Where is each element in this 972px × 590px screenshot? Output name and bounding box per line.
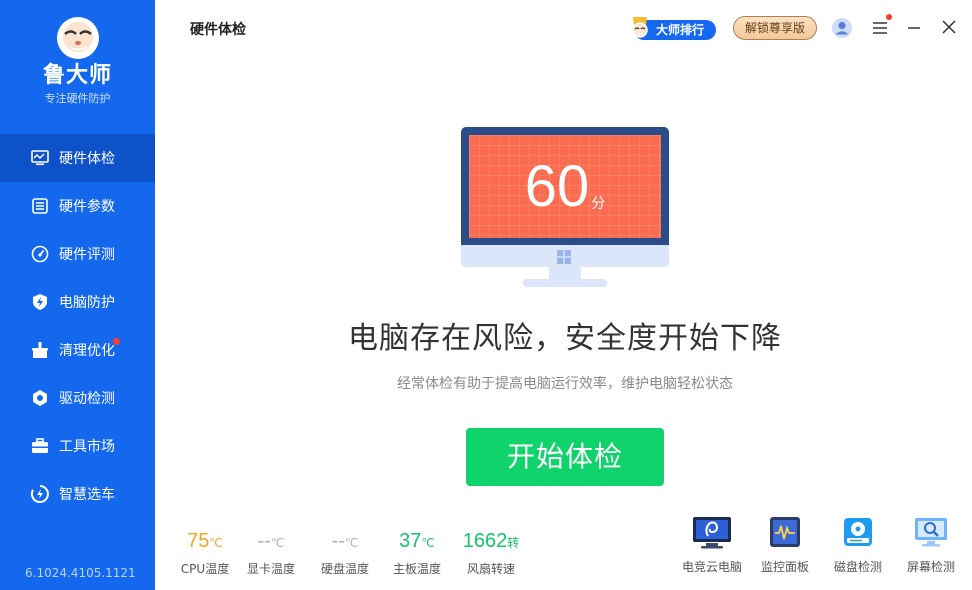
sidebar-item-pc-protection[interactable]: 电脑防护 [0,278,155,326]
stat-board-temp: 37℃ 主板温度 [382,528,452,577]
stat-value: --℃ [236,528,306,556]
minimize-icon[interactable] [906,20,922,36]
sidebar-nav: 硬件体检 硬件参数 硬件评测 电脑防护 清理优化 驱动检测 工具市场 智慧选车 [0,134,155,518]
stat-label: 主板温度 [392,562,441,576]
sidebar-item-driver-check[interactable]: 驱动检测 [0,374,155,422]
sidebar-item-label: 智慧选车 [59,487,115,503]
stat-unit: ℃ [270,536,285,550]
stat-number: 75 [187,530,210,552]
tool-label: 电竞云电脑 [681,560,742,574]
sidebar: 鲁大师 专注硬件防护 硬件体检 硬件参数 硬件评测 电脑防护 清理优化 驱动检测… [0,0,155,590]
stat-disk-temp: --℃ 硬盘温度 [310,528,380,577]
sidebar-item-label: 电脑防护 [59,295,115,311]
stat-label: CPU温度 [180,562,230,576]
stat-label: 显卡温度 [246,562,295,576]
tool-monitor-panel[interactable]: 监控面板 [747,516,823,575]
gear-icon [30,388,50,408]
risk-headline: 电脑存在风险，安全度开始下降 [348,321,782,356]
stat-unit: ℃ [209,536,223,550]
sidebar-item-smart-car[interactable]: 智慧选车 [0,470,155,518]
stat-value: --℃ [310,528,380,556]
safety-score: 60 分 [469,155,661,219]
sidebar-item-label: 工具市场 [59,439,115,455]
stat-gpu-temp: --℃ 显卡温度 [236,528,306,577]
page-title: 硬件体检 [190,22,246,38]
sidebar-item-hardware-benchmark[interactable]: 硬件评测 [0,230,155,278]
brand-tagline: 专注硬件防护 [44,92,111,105]
stat-number: -- [331,530,345,552]
start-check-button[interactable]: 开始体检 [466,428,664,486]
broom-icon [30,340,50,360]
stat-unit: 转 [507,536,520,550]
stat-unit: ℃ [344,536,359,550]
stat-cpu-temp: 75℃ CPU温度 [170,528,240,577]
shield-icon [30,292,50,312]
stat-label: 风扇转速 [466,562,515,576]
tool-disk-check[interactable]: 磁盘检测 [820,516,896,575]
stat-value: 37℃ [382,528,452,556]
tool-label: 屏幕检测 [906,560,955,574]
trophy-icon [626,14,654,42]
sidebar-item-label: 硬件体检 [59,151,115,167]
monitor-panel-icon [765,516,805,550]
toolbox-icon [30,436,50,456]
sidebar-item-label: 驱动检测 [59,391,115,407]
sidebar-item-label: 硬件评测 [59,247,115,263]
stat-fan-speed: 1662转 风扇转速 [456,528,526,577]
version-text: 6.1024.4105.1121 [25,566,136,580]
gauge-icon [30,244,50,264]
mascot-logo-icon [49,12,107,60]
sidebar-item-hardware-check[interactable]: 硬件体检 [0,134,155,182]
stat-number: -- [257,530,271,552]
logo: 鲁大师 专注硬件防护 [0,12,155,106]
parameters-icon [30,196,50,216]
score-monitor: 60 分 [461,127,669,289]
risk-subline: 经常体检有助于提高电脑运行效率，维护电脑轻松状态 [397,376,733,392]
sidebar-item-hardware-params[interactable]: 硬件参数 [0,182,155,230]
stat-label: 硬盘温度 [320,562,369,576]
cloud-pc-icon [692,516,732,550]
windows-logo-icon [557,249,571,264]
menu-notification-dot [886,14,892,20]
tool-label: 磁盘检测 [833,560,882,574]
monitor-check-icon [30,148,50,168]
stat-unit: ℃ [421,536,435,550]
monitor-screen: 60 分 [469,135,661,238]
close-icon[interactable] [940,18,958,36]
sidebar-item-tool-market[interactable]: 工具市场 [0,422,155,470]
score-unit: 分 [591,196,606,212]
tool-label: 监控面板 [760,560,809,574]
stat-value: 1662转 [456,528,526,556]
menu-icon[interactable] [871,19,889,37]
unlock-premium-button[interactable]: 解锁尊享版 [733,16,817,40]
master-rank-button[interactable]: 大师排行 [626,14,716,42]
sidebar-item-label: 硬件参数 [59,199,115,215]
sidebar-item-cleanup[interactable]: 清理优化 [0,326,155,374]
monitor-base [523,279,607,287]
stat-number: 37 [399,530,422,552]
car-icon [30,484,50,504]
stat-value: 75℃ [170,528,240,556]
score-value: 60 [524,154,590,219]
stat-number: 1662 [462,530,508,552]
disk-check-icon [838,516,878,550]
notification-dot [113,338,120,345]
screen-check-icon [911,516,951,550]
tool-cloud-pc[interactable]: 电竞云电脑 [674,516,750,575]
sidebar-item-label: 清理优化 [59,343,115,359]
user-avatar-icon[interactable] [831,17,853,39]
brand-name: 鲁大师 [42,63,112,88]
tool-screen-check[interactable]: 屏幕检测 [893,516,969,575]
